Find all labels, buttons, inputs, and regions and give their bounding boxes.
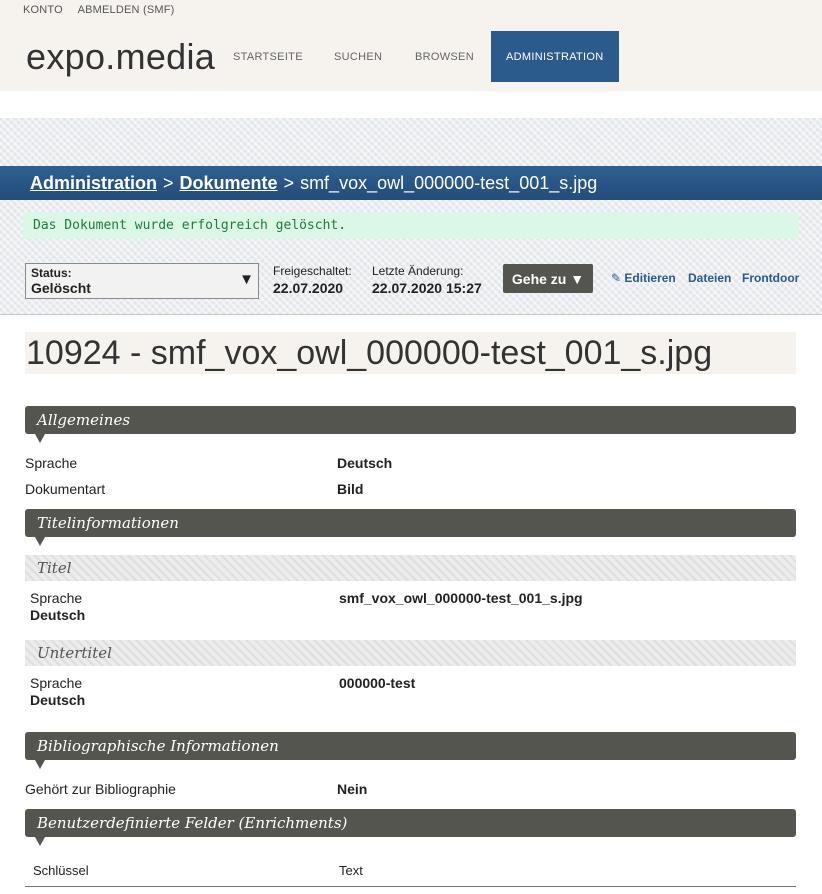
field-value: Nein [337, 781, 368, 797]
edit-label: Editieren [624, 271, 676, 285]
field-label: Gehört zur Bibliographie [25, 781, 176, 797]
published-info: Freigeschaltet: 22.07.2020 [273, 264, 352, 296]
field-label: Sprache [25, 455, 78, 471]
field-label: Dokumentart [25, 481, 106, 497]
last-change-value: 22.07.2020 15:27 [372, 280, 482, 296]
title-value: smf_vox_owl_000000-test_001_s.jpg [339, 590, 583, 606]
section-heading-text: Bibliographische Informationen [37, 737, 279, 755]
section-heading-text: Allgemeines [37, 411, 131, 429]
subsection-title-heading: Titel [25, 555, 796, 581]
title-language-label: Sprache [30, 590, 83, 606]
edit-link[interactable]: ✎ Editieren [611, 271, 676, 285]
section-general-heading: Allgemeines [25, 406, 796, 443]
subsection-subtitle-heading: Untertitel [25, 640, 796, 666]
breadcrumb-dokumente[interactable]: Dokumente [180, 173, 278, 194]
pencil-icon: ✎ [611, 271, 622, 285]
field-value: Deutsch [337, 455, 393, 471]
field-value: Bild [337, 481, 364, 497]
account-link[interactable]: KONTO [23, 4, 63, 16]
breadcrumb-separator: > [283, 172, 295, 193]
notch-decoration [35, 837, 45, 846]
account-links: KONTO ABMELDEN (SMF) [23, 4, 187, 16]
status-label: Status: [31, 266, 72, 280]
notch-decoration [35, 760, 45, 769]
header: KONTO ABMELDEN (SMF) expo.media STARTSEI… [0, 0, 822, 91]
published-value: 22.07.2020 [273, 280, 344, 296]
last-change-info: Letzte Änderung: 22.07.2020 15:27 [372, 264, 482, 296]
logout-link[interactable]: ABMELDEN (SMF) [78, 4, 175, 16]
nav-browsen[interactable]: BROWSEN [415, 31, 474, 82]
files-link[interactable]: Dateien [688, 271, 731, 285]
breadcrumb-administration[interactable]: Administration [30, 173, 157, 194]
title-language-value: Deutsch [30, 607, 86, 623]
section-heading-text: Benutzerdefinierte Felder (Enrichments) [37, 814, 348, 832]
document-title: 10924 - smf_vox_owl_000000-test_001_s.jp… [25, 332, 796, 374]
status-select[interactable]: Status: Gelöscht ▼ [25, 263, 259, 299]
section-heading-text: Titelinformationen [37, 514, 179, 532]
breadcrumb-separator: > [163, 172, 174, 193]
nav-startseite[interactable]: STARTSEITE [233, 31, 303, 82]
last-change-label: Letzte Änderung: [372, 264, 464, 278]
goto-button[interactable]: Gehe zu ▼ [503, 264, 593, 293]
table-divider [25, 886, 796, 887]
subtitle-language-label: Sprache [30, 675, 83, 691]
section-bibliographic-heading: Bibliographische Informationen [25, 732, 796, 769]
subtitle-language-value: Deutsch [30, 692, 86, 708]
status-value: Gelöscht [31, 280, 91, 296]
section-titles-heading: Titelinformationen [25, 509, 796, 546]
triangle-down-icon: ▼ [239, 271, 254, 288]
subtitle-value: 000000-test [339, 675, 416, 691]
frontdoor-link[interactable]: Frontdoor [742, 271, 799, 285]
published-label: Freigeschaltet: [273, 264, 352, 278]
brand-logo[interactable]: expo.media [26, 36, 215, 78]
notch-decoration [35, 434, 45, 443]
section-enrichments-heading: Benutzerdefinierte Felder (Enrichments) [25, 809, 796, 846]
breadcrumb: Administration > Dokumente > smf_vox_owl… [0, 166, 822, 200]
breadcrumb-current: smf_vox_owl_000000-test_001_s.jpg [300, 172, 598, 193]
enrichments-column-key: Schlüssel [33, 863, 89, 878]
nav-administration[interactable]: ADMINISTRATION [491, 31, 619, 82]
success-message: Das Dokument wurde erfolgreich gelöscht. [23, 212, 799, 239]
notch-decoration [35, 537, 45, 546]
nav-suchen[interactable]: SUCHEN [334, 31, 382, 82]
enrichments-column-text: Text [339, 863, 363, 878]
